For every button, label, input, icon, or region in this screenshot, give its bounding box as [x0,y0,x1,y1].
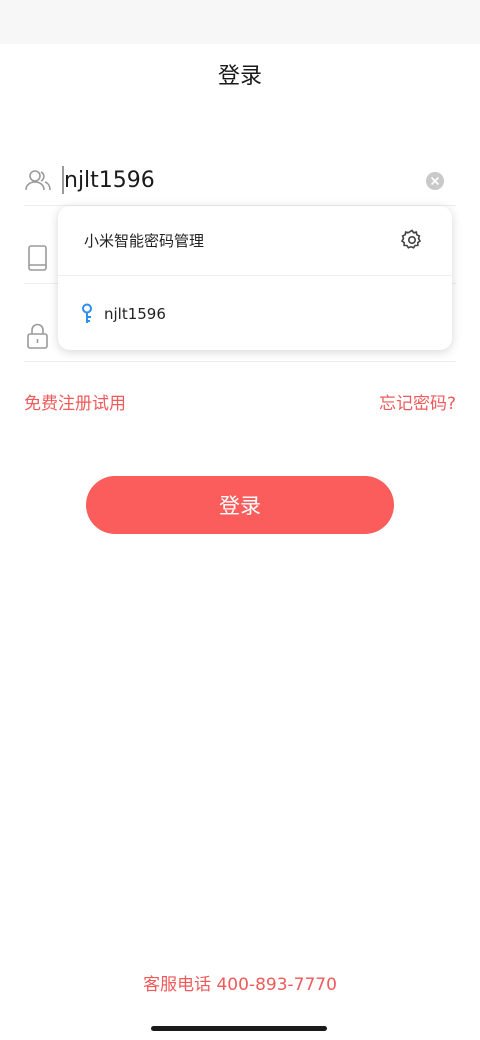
register-link[interactable]: 免费注册试用 [24,389,126,414]
user-icon [24,166,52,194]
autofill-title: 小米智能密码管理 [84,232,205,250]
login-button[interactable]: 登录 [86,476,394,534]
clear-icon[interactable] [426,172,444,190]
lock-icon [24,322,52,350]
autofill-suggestion-label: njlt1596 [104,305,166,323]
gear-icon[interactable] [400,228,424,252]
home-indicator[interactable] [151,1026,327,1031]
status-bar [0,0,480,44]
page-title: 登录 [217,64,262,89]
forgot-password-link[interactable]: 忘记密码? [379,389,456,414]
autofill-popup: 小米智能密码管理 njlt1596 [58,206,452,350]
username-input[interactable] [64,164,414,196]
service-phone[interactable]: 客服电话 400-893-7770 [0,970,480,995]
autofill-header: 小米智能密码管理 [58,206,452,276]
username-row[interactable] [24,154,456,206]
phone-icon [24,244,52,272]
autofill-suggestion[interactable]: njlt1596 [58,277,452,349]
key-icon [80,303,94,325]
